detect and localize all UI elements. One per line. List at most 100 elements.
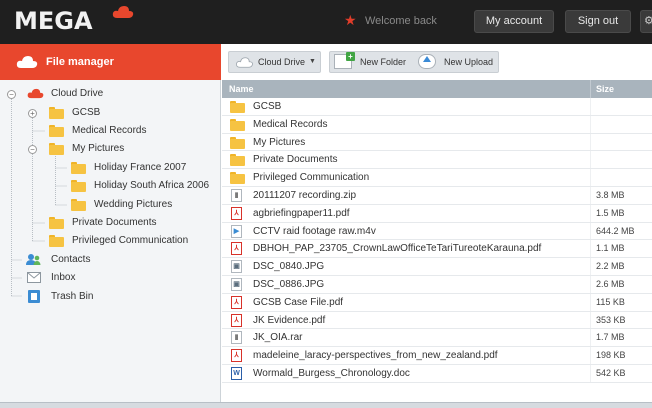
column-divider — [590, 187, 591, 204]
sidebar-item-label: Private Documents — [72, 217, 157, 228]
cloud-icon — [112, 6, 134, 18]
sidebar-item-privileged-communication[interactable]: Privileged Communication — [0, 232, 221, 250]
name-column-header[interactable]: Name — [229, 84, 254, 94]
sidebar-item-contacts[interactable]: Contacts — [0, 251, 221, 269]
file-size: 2.6 MB — [596, 279, 625, 289]
sidebar-item-label: Privileged Communication — [72, 235, 189, 246]
sign-out-button[interactable]: Sign out — [565, 10, 631, 33]
sidebar-item-label: Holiday France 2007 — [94, 162, 187, 173]
sidebar-item-label: Medical Records — [72, 125, 147, 136]
file-size: 1.5 MB — [596, 207, 625, 218]
folder-icon — [49, 125, 64, 137]
file-size: 1.7 MB — [596, 332, 625, 343]
file-name: agbriefingpaper11.pdf — [253, 207, 350, 219]
settings-button[interactable]: ⚙ — [640, 10, 652, 33]
sidebar-item-label: Cloud Drive — [51, 88, 104, 99]
file-name: GCSB — [253, 101, 282, 112]
sidebar-item-wedding-pictures[interactable]: Wedding Pictures — [0, 196, 221, 214]
file-row[interactable]: ▶ CCTV raid footage raw.m4v 644.2 MB — [222, 222, 652, 241]
file-size: 198 KB — [596, 350, 626, 361]
file-row[interactable]: W Wormald_Burgess_Chronology.doc 542 KB — [222, 365, 652, 383]
column-divider — [590, 329, 591, 347]
file-name: DBHOH_PAP_23705_CrownLawOfficeTeTariTure… — [253, 243, 542, 255]
file-row[interactable]: ▮ JK_OIA.rar 1.7 MB — [222, 329, 652, 348]
plus-icon: + — [346, 52, 355, 61]
file-row[interactable]: Private Documents — [222, 151, 652, 170]
sidebar-item-label: My Pictures — [72, 143, 125, 154]
contacts-icon — [26, 254, 41, 265]
folder-icon — [49, 107, 64, 119]
collapse-toggle[interactable]: − — [7, 90, 16, 99]
sidebar-item-label: GCSB — [72, 107, 101, 118]
file-row[interactable]: My Pictures — [222, 133, 652, 152]
chevron-down-icon: ▼ — [309, 58, 316, 65]
column-divider — [590, 258, 591, 275]
file-name: CCTV raid footage raw.m4v — [253, 225, 376, 237]
file-row[interactable]: Medical Records — [222, 115, 652, 134]
column-divider — [590, 293, 591, 311]
file-name: Privileged Communication — [253, 172, 370, 184]
image-icon: ▣ — [231, 278, 242, 291]
sidebar-item-private-documents[interactable]: Private Documents — [0, 214, 221, 232]
sidebar-item-medical-records[interactable]: Medical Records — [0, 122, 221, 140]
sidebar-item-trash-bin[interactable]: Trash Bin — [0, 288, 221, 306]
column-divider — [590, 151, 591, 169]
file-name: madeleine_laracy-perspectives_from_new_z… — [253, 350, 498, 362]
cloud-drive-label: Cloud Drive — [258, 57, 306, 67]
file-size: 2.2 MB — [596, 261, 625, 272]
folder-icon — [71, 199, 86, 211]
my-account-button[interactable]: My account — [474, 10, 554, 33]
pdf-icon: ⅄ — [231, 313, 242, 327]
size-column-header[interactable]: Size — [596, 84, 614, 94]
column-divider — [590, 80, 591, 98]
column-divider — [590, 115, 591, 133]
cloud-drive-dropdown[interactable]: Cloud Drive ▼ — [228, 51, 321, 73]
sidebar-item-inbox[interactable]: Inbox — [0, 269, 221, 287]
word-doc-icon: W — [231, 367, 242, 380]
new-actions-group: + New Folder New Upload — [329, 51, 499, 73]
mega-logo[interactable]: MEGA — [14, 7, 93, 35]
file-name: JK_OIA.rar — [253, 332, 303, 344]
trash-icon — [28, 290, 40, 303]
file-row[interactable]: ⅄ JK Evidence.pdf 353 KB — [222, 311, 652, 330]
folder-icon — [49, 217, 64, 229]
folder-icon — [49, 235, 64, 247]
file-name: DSC_0886.JPG — [253, 279, 325, 290]
folder-icon — [71, 162, 86, 174]
file-row[interactable]: ▮ 20111207 recording.zip 3.8 MB — [222, 187, 652, 205]
file-list-header: Name Size — [222, 80, 652, 98]
column-divider — [590, 222, 591, 240]
sidebar-item-holiday-france-2007[interactable]: Holiday France 2007 — [0, 159, 221, 177]
file-row[interactable]: ▣ DSC_0840.JPG 2.2 MB — [222, 258, 652, 276]
sidebar-item-holiday-south-africa-2006[interactable]: Holiday South Africa 2006 — [0, 177, 221, 195]
file-name: Medical Records — [253, 118, 328, 130]
new-upload-button[interactable]: New Upload — [416, 52, 498, 72]
sidebar-item-my-pictures[interactable]: − My Pictures — [0, 140, 221, 158]
file-row[interactable]: ⅄ DBHOH_PAP_23705_CrownLawOfficeTeTariTur… — [222, 240, 652, 259]
welcome-text: Welcome back — [365, 15, 437, 27]
column-divider — [590, 98, 591, 115]
folder-icon — [230, 154, 245, 167]
expand-toggle[interactable]: + — [28, 109, 37, 118]
file-row[interactable]: Privileged Communication — [222, 169, 652, 187]
file-list: GCSB Medical Records My Pictures Private Do… — [222, 98, 652, 384]
cloud-icon — [236, 57, 253, 68]
sidebar-item-cloud-drive[interactable]: − Cloud Drive — [0, 85, 221, 103]
file-row[interactable]: ⅄ agbriefingpaper11.pdf 1.5 MB — [222, 204, 652, 223]
new-folder-button[interactable]: + New Folder — [332, 52, 414, 72]
sidebar-item-label: Holiday South Africa 2006 — [94, 180, 210, 191]
file-size: 115 KB — [596, 296, 625, 307]
file-row[interactable]: ⅄ GCSB Case File.pdf 115 KB — [222, 293, 652, 312]
top-bar: MEGA ★ Welcome back My account Sign out … — [0, 0, 652, 44]
collapse-toggle[interactable]: − — [28, 145, 37, 154]
sidebar-item-gcsb[interactable]: + GCSB — [0, 104, 221, 122]
file-row[interactable]: ▣ DSC_0886.JPG 2.6 MB — [222, 276, 652, 294]
file-row[interactable]: ⅄ madeleine_laracy-perspectives_from_new_… — [222, 347, 652, 365]
column-divider — [590, 311, 591, 329]
file-row[interactable]: GCSB — [222, 98, 652, 116]
file-size: 3.8 MB — [596, 190, 625, 200]
file-name: My Pictures — [253, 136, 306, 148]
folder-icon — [230, 136, 245, 149]
file-size: 1.1 MB — [596, 243, 625, 254]
gear-icon: ⚙ — [644, 15, 652, 27]
